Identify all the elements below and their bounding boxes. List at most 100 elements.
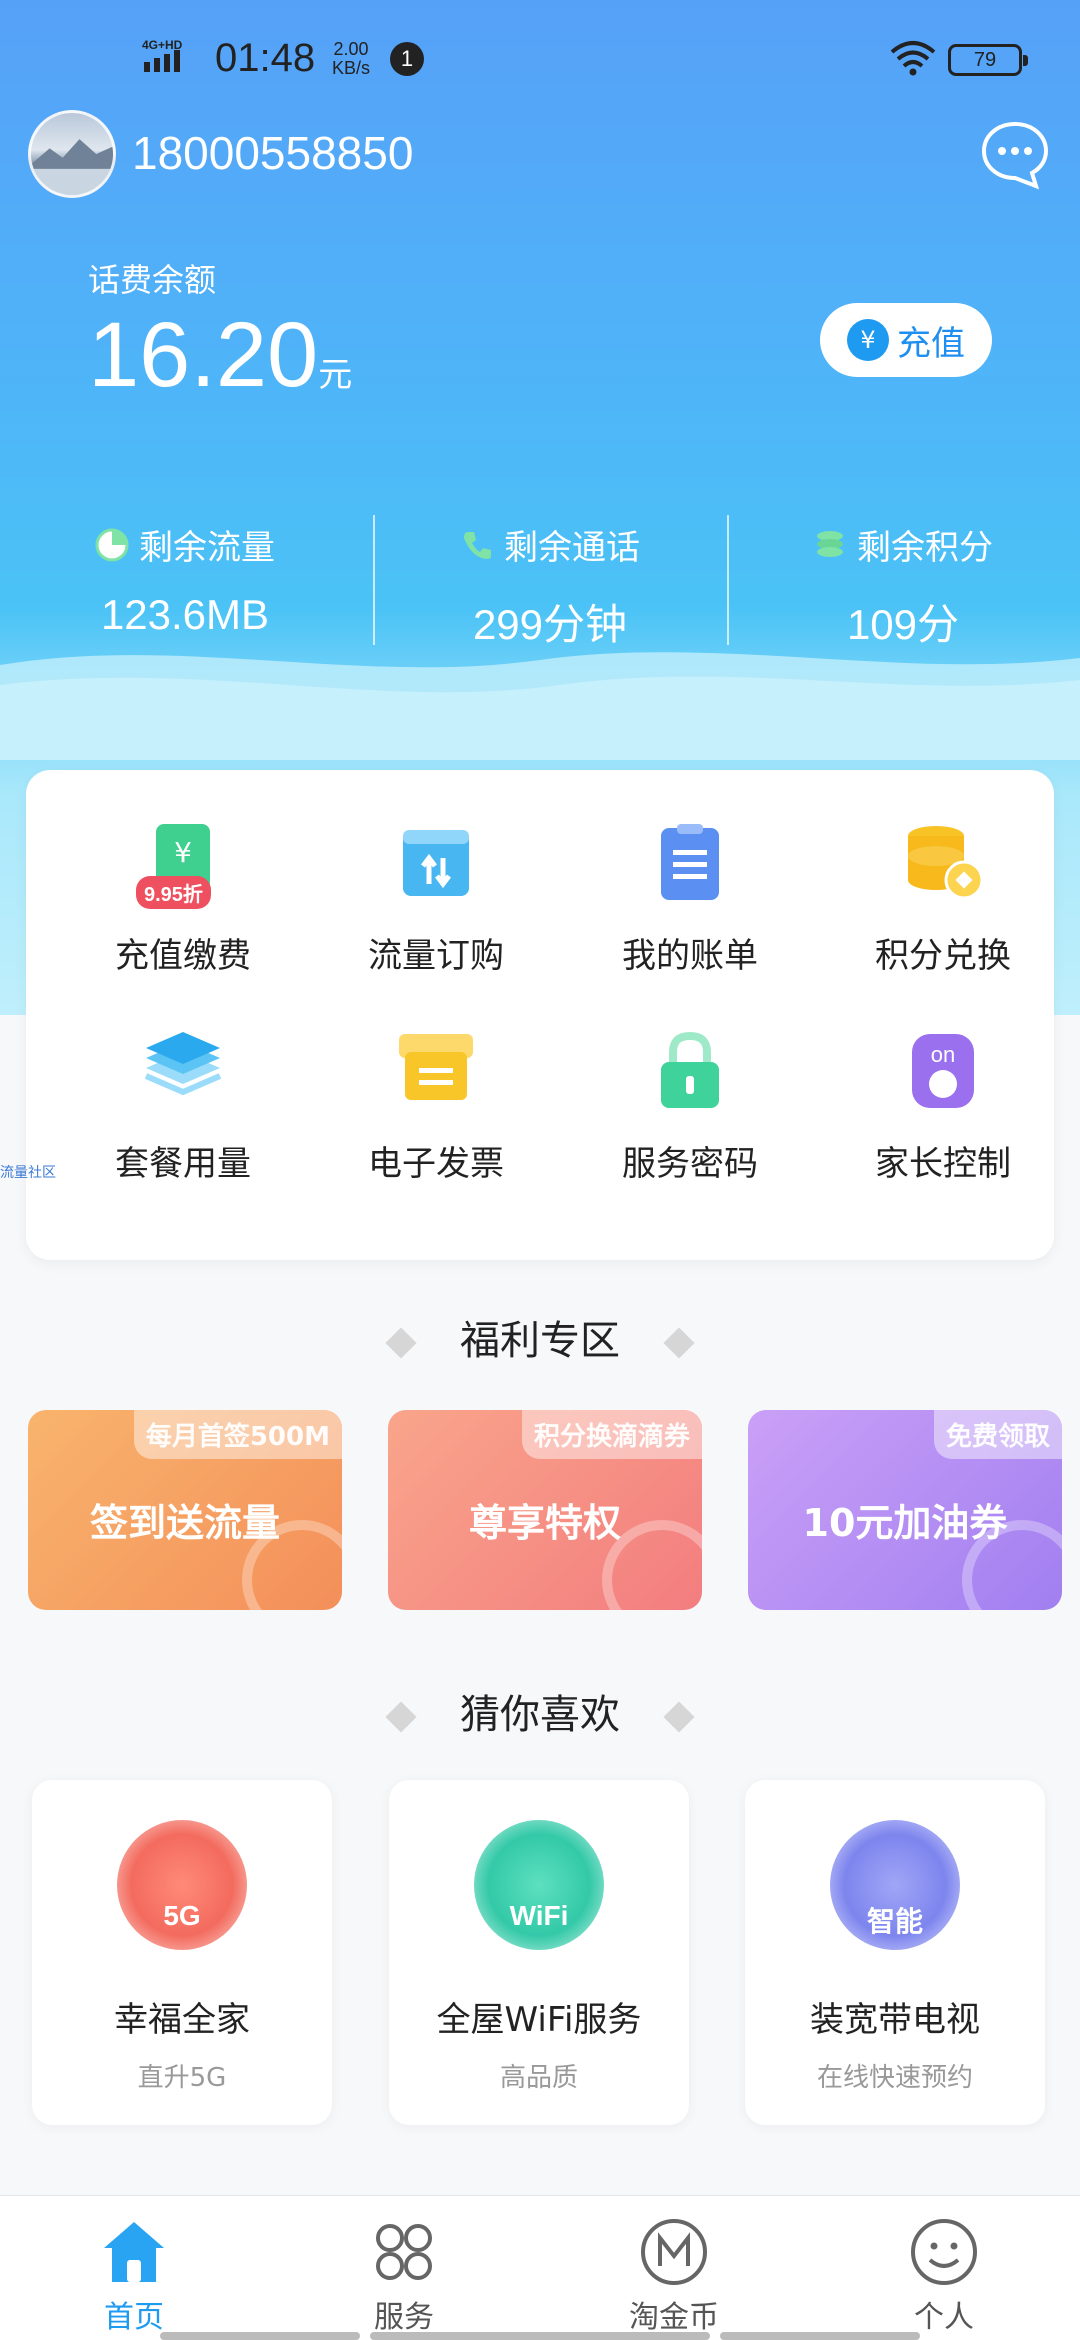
avatar[interactable]: [28, 110, 116, 198]
gesture-bar: [720, 2332, 920, 2340]
speed-unit: KB/s: [332, 58, 371, 78]
svg-text:4G+HD: 4G+HD: [142, 38, 183, 52]
stat-value: 123.6MB: [100, 591, 270, 638]
service-parental-control[interactable]: on 家长控制: [843, 1028, 1043, 1185]
signal-icon: 4G+HD: [142, 38, 183, 72]
section-title-text: 猜你喜欢: [460, 1692, 620, 1738]
nav-profile[interactable]: 个人: [844, 2216, 1044, 2336]
service-data-order[interactable]: 流量订购: [336, 820, 536, 977]
welfare-privilege-banner[interactable]: 积分换滴滴券 尊享特权: [388, 1410, 702, 1610]
service-label: 家长控制: [875, 1144, 1011, 1184]
svg-text:¥: ¥: [174, 836, 192, 869]
recommend-section-title: 猜你喜欢: [0, 1682, 1080, 1740]
service-recharge[interactable]: ¥ 9.95折 充值缴费: [83, 820, 283, 977]
diamond-decoration: [385, 1701, 417, 1733]
grid-icon: [376, 2224, 432, 2280]
stat-call-remaining[interactable]: 剩余通话 299分钟: [375, 520, 725, 652]
stat-title: 剩余积分: [857, 528, 993, 568]
nav-label: 淘金币: [629, 2300, 719, 2335]
welfare-tag: 免费领取: [933, 1410, 1062, 1459]
status-time: 01:48: [215, 36, 316, 80]
section-title-text: 福利专区: [460, 1318, 620, 1364]
service-label: 套餐用量: [115, 1144, 251, 1184]
balance-label: 话费余额: [88, 261, 217, 299]
coins-icon: [817, 530, 843, 557]
diamond-decoration: [663, 1327, 695, 1359]
nav-label: 首页: [104, 2300, 164, 2335]
welfare-tag: 积分换滴滴券: [521, 1410, 702, 1459]
stat-data-remaining[interactable]: 剩余流量 123.6MB: [10, 520, 360, 639]
recommend-card-broadband[interactable]: 智能 装宽带电视 在线快速预约: [745, 1780, 1045, 2125]
service-label: 流量订购: [368, 936, 504, 976]
balance-value: 16.20: [88, 304, 319, 406]
invoice-icon: [399, 1034, 473, 1100]
avatar-mountain-image: [31, 139, 113, 195]
svg-text:on: on: [931, 1042, 955, 1067]
icon-text: 5G: [163, 1900, 201, 1931]
toggle-icon: on: [912, 1034, 974, 1108]
smiley-icon: [911, 2219, 977, 2285]
balloon-5g-icon: 5G: [117, 1820, 247, 1950]
lock-icon: [661, 1031, 719, 1108]
header-wave: [0, 652, 1080, 760]
service-label: 电子发票: [368, 1144, 504, 1184]
wifi-icon: [890, 41, 936, 76]
data-order-icon: [403, 830, 469, 896]
nav-services[interactable]: 服务: [304, 2216, 504, 2336]
data-pie-icon: [95, 528, 129, 561]
service-password[interactable]: 服务密码: [590, 1028, 790, 1185]
bill-icon: [661, 824, 719, 900]
service-label: 服务密码: [622, 1144, 758, 1184]
discount-badge: 9.95折: [136, 876, 211, 909]
recharge-button[interactable]: ¥ 充值: [820, 303, 992, 377]
recommend-title: 幸福全家: [114, 2000, 250, 2040]
nav-label: 服务: [374, 2300, 434, 2335]
diamond-decoration: [385, 1327, 417, 1359]
recommend-title: 全屋WiFi服务: [436, 2000, 642, 2040]
points-icon: [908, 826, 984, 900]
service-label: 充值缴费: [115, 936, 251, 976]
services-grid-card: ¥ 9.95折 充值缴费 流量订购 我的账单 积分兑换 套餐用量 电子发票 服务…: [26, 770, 1054, 1260]
stat-title: 剩余通话: [504, 528, 640, 568]
stat-value: 299分钟: [472, 601, 628, 648]
nav-gold-coins[interactable]: 淘金币: [574, 2216, 774, 2336]
recharge-label: 充值: [897, 323, 965, 364]
community-side-link[interactable]: 流量社区: [0, 1162, 56, 1182]
service-label: 积分兑换: [875, 936, 1011, 976]
battery-indicator: 79: [948, 44, 1028, 76]
recommend-title: 装宽带电视: [810, 2000, 980, 2040]
recommend-card-wifi[interactable]: WiFi 全屋WiFi服务 高品质: [389, 1780, 689, 2125]
service-points-exchange[interactable]: 积分兑换: [843, 820, 1043, 977]
speed-value: 2.00: [333, 39, 369, 59]
stat-points-remaining[interactable]: 剩余积分 109分: [728, 520, 1078, 652]
network-speed: 2.00 KB/s: [332, 40, 370, 78]
recommend-subtitle: 直升5G: [137, 2063, 227, 2093]
welfare-fuel-coupon-banner[interactable]: 免费领取 10元加油券: [748, 1410, 1062, 1610]
balance-unit: 元: [318, 356, 353, 394]
gesture-bar: [160, 2332, 360, 2340]
home-icon: [104, 2222, 164, 2282]
coin-m-icon: [641, 2219, 707, 2285]
status-bar: 4G+HD 01:48 2.00 KB/s 1 79: [0, 0, 1080, 120]
diamond-decoration: [663, 1701, 695, 1733]
router-icon: 智能: [830, 1820, 960, 1950]
nav-label: 个人: [914, 2300, 974, 2335]
yen-icon: ¥: [847, 319, 889, 361]
bottom-navigation: 首页 服务 淘金币 个人: [0, 2195, 1080, 2340]
stat-value: 109分: [846, 601, 960, 648]
nav-home[interactable]: 首页: [34, 2216, 234, 2336]
icon-text: WiFi: [509, 1900, 569, 1931]
service-package-usage[interactable]: 套餐用量: [83, 1028, 283, 1185]
service-bill[interactable]: 我的账单: [590, 820, 790, 977]
service-invoice[interactable]: 电子发票: [336, 1028, 536, 1185]
notification-count-badge: 1: [390, 42, 424, 76]
message-icon[interactable]: [978, 118, 1052, 192]
balance-amount: 16.20元: [88, 305, 352, 425]
welfare-section-title: 福利专区: [0, 1308, 1080, 1366]
recommend-card-family[interactable]: 5G 幸福全家 直升5G: [32, 1780, 332, 2125]
welfare-checkin-banner[interactable]: 每月首签500M 签到送流量: [28, 1410, 342, 1610]
phone-call-icon: [464, 531, 491, 559]
welfare-tag: 每月首签500M: [133, 1410, 342, 1459]
recommend-subtitle: 高品质: [499, 2063, 578, 2093]
recommend-subtitle: 在线快速预约: [816, 2063, 973, 2093]
